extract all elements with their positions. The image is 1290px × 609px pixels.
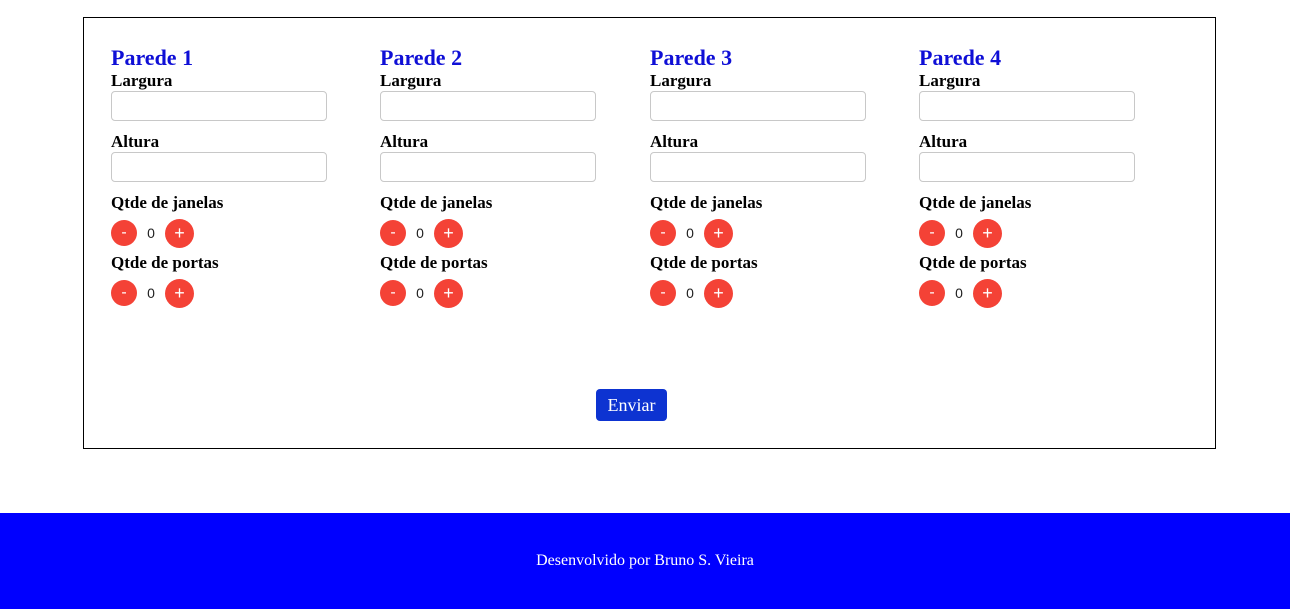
doors-label: Qtde de portas xyxy=(111,253,219,272)
windows-decrement-button[interactable]: - xyxy=(380,220,406,246)
doors-stepper: - 0 + xyxy=(380,278,620,308)
wall-4-section: Parede 4 Largura Altura Qtde de janelas … xyxy=(919,45,1159,310)
doors-label: Qtde de portas xyxy=(650,253,758,272)
width-label: Largura xyxy=(919,71,981,90)
footer-credit: Desenvolvido por Bruno S. Vieira xyxy=(536,552,754,569)
windows-label: Qtde de janelas xyxy=(919,193,1032,212)
width-label: Largura xyxy=(650,71,712,90)
doors-decrement-button[interactable]: - xyxy=(111,280,137,306)
footer: Desenvolvido por Bruno S. Vieira xyxy=(0,513,1290,609)
wall-title: Parede 4 xyxy=(919,45,1002,70)
walls-form: Parede 1 Largura Altura Qtde de janelas … xyxy=(83,17,1216,449)
windows-count: 0 xyxy=(416,225,424,241)
doors-label: Qtde de portas xyxy=(380,253,488,272)
wall-1-section: Parede 1 Largura Altura Qtde de janelas … xyxy=(111,45,351,310)
width-input[interactable] xyxy=(111,91,327,121)
height-input[interactable] xyxy=(111,152,327,182)
height-label: Altura xyxy=(919,132,968,151)
wall-title: Parede 1 xyxy=(111,45,194,70)
windows-label: Qtde de janelas xyxy=(650,193,763,212)
windows-stepper: - 0 + xyxy=(380,218,620,248)
height-label: Altura xyxy=(380,132,429,151)
windows-label: Qtde de janelas xyxy=(111,193,224,212)
doors-decrement-button[interactable]: - xyxy=(650,280,676,306)
width-input[interactable] xyxy=(919,91,1135,121)
windows-count: 0 xyxy=(147,225,155,241)
doors-stepper: - 0 + xyxy=(111,278,351,308)
doors-count: 0 xyxy=(955,285,963,301)
windows-stepper: - 0 + xyxy=(919,218,1159,248)
windows-stepper: - 0 + xyxy=(111,218,351,248)
doors-label: Qtde de portas xyxy=(919,253,1027,272)
doors-increment-button[interactable]: + xyxy=(165,278,194,308)
wall-2-section: Parede 2 Largura Altura Qtde de janelas … xyxy=(380,45,620,310)
windows-count: 0 xyxy=(686,225,694,241)
wall-title: Parede 2 xyxy=(380,45,463,70)
windows-increment-button[interactable]: + xyxy=(973,218,1002,248)
height-input[interactable] xyxy=(650,152,866,182)
doors-increment-button[interactable]: + xyxy=(973,278,1002,308)
windows-decrement-button[interactable]: - xyxy=(111,220,137,246)
height-label: Altura xyxy=(650,132,699,151)
height-input[interactable] xyxy=(380,152,596,182)
width-input[interactable] xyxy=(380,91,596,121)
height-label: Altura xyxy=(111,132,160,151)
doors-increment-button[interactable]: + xyxy=(434,278,463,308)
windows-increment-button[interactable]: + xyxy=(165,218,194,248)
doors-decrement-button[interactable]: - xyxy=(380,280,406,306)
doors-count: 0 xyxy=(147,285,155,301)
doors-decrement-button[interactable]: - xyxy=(919,280,945,306)
wall-3-section: Parede 3 Largura Altura Qtde de janelas … xyxy=(650,45,890,310)
width-label: Largura xyxy=(380,71,442,90)
windows-increment-button[interactable]: + xyxy=(704,218,733,248)
windows-stepper: - 0 + xyxy=(650,218,890,248)
submit-button[interactable]: Enviar xyxy=(596,389,667,421)
doors-count: 0 xyxy=(686,285,694,301)
doors-count: 0 xyxy=(416,285,424,301)
windows-count: 0 xyxy=(955,225,963,241)
windows-increment-button[interactable]: + xyxy=(434,218,463,248)
wall-title: Parede 3 xyxy=(650,45,733,70)
height-input[interactable] xyxy=(919,152,1135,182)
doors-stepper: - 0 + xyxy=(650,278,890,308)
doors-increment-button[interactable]: + xyxy=(704,278,733,308)
windows-decrement-button[interactable]: - xyxy=(919,220,945,246)
width-label: Largura xyxy=(111,71,173,90)
windows-label: Qtde de janelas xyxy=(380,193,493,212)
windows-decrement-button[interactable]: - xyxy=(650,220,676,246)
width-input[interactable] xyxy=(650,91,866,121)
doors-stepper: - 0 + xyxy=(919,278,1159,308)
